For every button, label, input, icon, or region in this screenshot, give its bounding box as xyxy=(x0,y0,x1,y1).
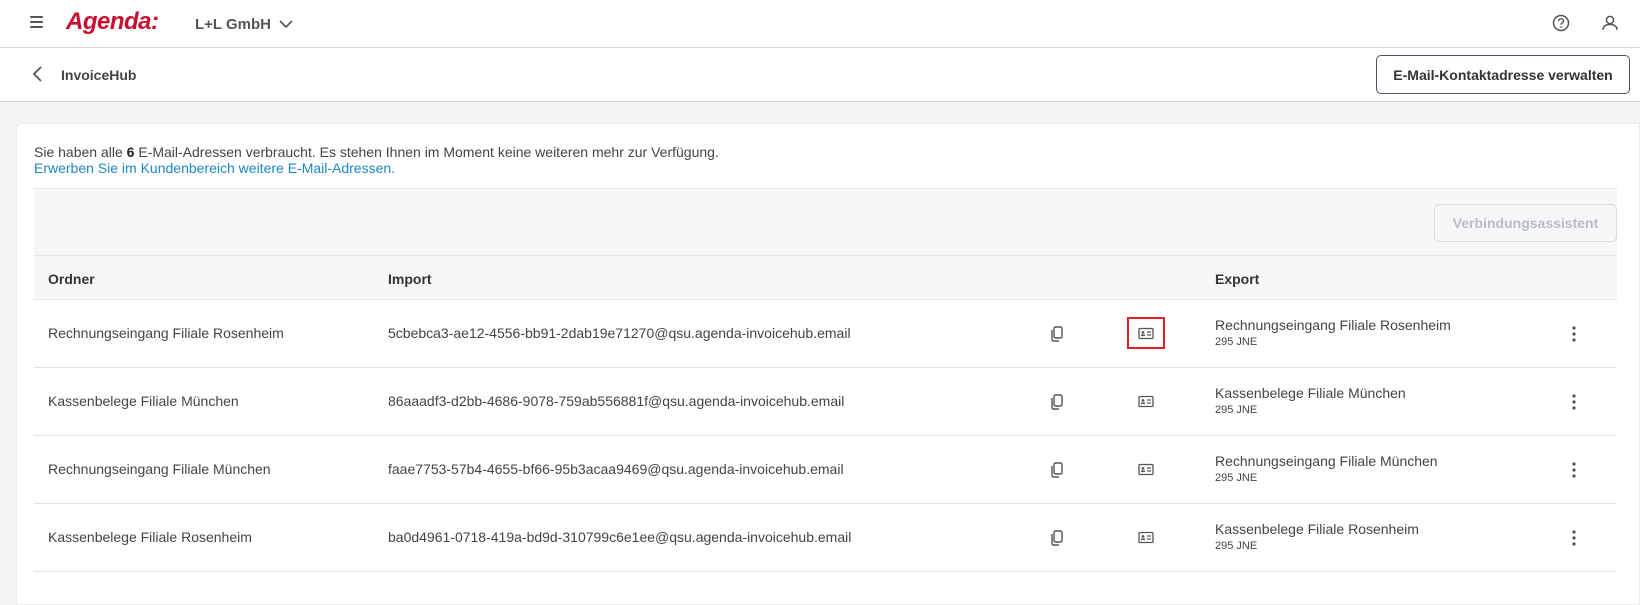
import-email-cell: 5cbebca3-ae12-4556-bb91-2dab19e71270@qsu… xyxy=(388,325,851,341)
table-header: Ordner Import Export xyxy=(34,255,1617,300)
contact-card-button[interactable] xyxy=(1127,453,1165,485)
content-card: Sie haben alle 6 E-Mail-Adressen verbrau… xyxy=(16,123,1640,605)
export-name: Rechnungseingang Filiale München xyxy=(1215,453,1438,469)
copy-icon[interactable] xyxy=(1048,528,1066,548)
manage-contact-address-button[interactable]: E-Mail-Kontaktadresse verwalten xyxy=(1376,55,1630,94)
hamburger-menu-icon[interactable] xyxy=(28,15,46,29)
import-email-cell: faae7753-57b4-4655-bf66-95b3acaa9469@qsu… xyxy=(388,461,844,477)
folder-cell: Rechnungseingang Filiale München xyxy=(48,461,271,477)
contact-card-icon xyxy=(1138,531,1154,543)
connection-wizard-button[interactable]: Verbindungsassistent xyxy=(1434,204,1617,242)
export-name: Rechnungseingang Filiale Rosenheim xyxy=(1215,317,1451,333)
sub-header: InvoiceHub E-Mail-Kontaktadresse verwalt… xyxy=(0,48,1640,102)
export-code: 295 JNE xyxy=(1215,336,1258,348)
buy-more-link[interactable]: Erwerben Sie im Kundenbereich weitere E-… xyxy=(34,160,395,176)
copy-icon[interactable] xyxy=(1048,460,1066,480)
company-name: L+L GmbH xyxy=(195,15,271,33)
more-vertical-icon[interactable] xyxy=(1564,527,1584,549)
column-header-import: Import xyxy=(388,271,432,287)
table-row: Rechnungseingang Filiale Rosenheim 5cbeb… xyxy=(34,300,1617,368)
copy-icon[interactable] xyxy=(1048,392,1066,412)
quota-message: Sie haben alle 6 E-Mail-Adressen verbrau… xyxy=(34,144,719,160)
folder-cell: Kassenbelege Filiale München xyxy=(48,393,239,409)
more-vertical-icon[interactable] xyxy=(1564,323,1584,345)
column-header-folder: Ordner xyxy=(48,271,95,287)
export-code: 295 JNE xyxy=(1215,540,1258,552)
contact-card-button[interactable] xyxy=(1127,385,1165,417)
contact-card-button[interactable] xyxy=(1127,317,1165,349)
top-bar: Agenda: L+L GmbH xyxy=(0,0,1640,48)
folder-cell: Kassenbelege Filiale Rosenheim xyxy=(48,529,252,545)
contact-card-icon xyxy=(1138,463,1154,475)
table-row: Kassenbelege Filiale Rosenheim ba0d4961-… xyxy=(34,504,1617,572)
chevron-left-icon[interactable] xyxy=(28,64,48,84)
more-vertical-icon[interactable] xyxy=(1564,391,1584,413)
copy-icon[interactable] xyxy=(1048,324,1066,344)
export-code: 295 JNE xyxy=(1215,404,1258,416)
column-header-export: Export xyxy=(1215,271,1260,287)
import-email-cell: ba0d4961-0718-419a-bd9d-310799c6e1ee@qsu… xyxy=(388,529,852,545)
page-title: InvoiceHub xyxy=(61,67,137,83)
company-switcher[interactable]: L+L GmbH xyxy=(195,13,293,35)
export-name: Kassenbelege Filiale Rosenheim xyxy=(1215,521,1419,537)
quota-info: Sie haben alle 6 E-Mail-Adressen verbrau… xyxy=(34,144,719,176)
import-email-cell: 86aaadf3-d2bb-4686-9078-759ab556881f@qsu… xyxy=(388,393,845,409)
contact-card-icon xyxy=(1138,327,1154,339)
app-logo[interactable]: Agenda: xyxy=(66,8,159,36)
more-vertical-icon[interactable] xyxy=(1564,459,1584,481)
contact-card-icon xyxy=(1138,395,1154,407)
export-code: 295 JNE xyxy=(1215,472,1258,484)
user-icon[interactable] xyxy=(1599,12,1621,34)
export-name: Kassenbelege Filiale München xyxy=(1215,385,1406,401)
chevron-down-icon xyxy=(279,20,293,29)
contact-card-button[interactable] xyxy=(1127,521,1165,553)
help-circle-icon[interactable] xyxy=(1550,12,1572,34)
folder-cell: Rechnungseingang Filiale Rosenheim xyxy=(48,325,284,341)
table-row: Kassenbelege Filiale München 86aaadf3-d2… xyxy=(34,368,1617,436)
table-row: Rechnungseingang Filiale München faae775… xyxy=(34,436,1617,504)
table-toolbar: Verbindungsassistent xyxy=(34,188,1617,255)
